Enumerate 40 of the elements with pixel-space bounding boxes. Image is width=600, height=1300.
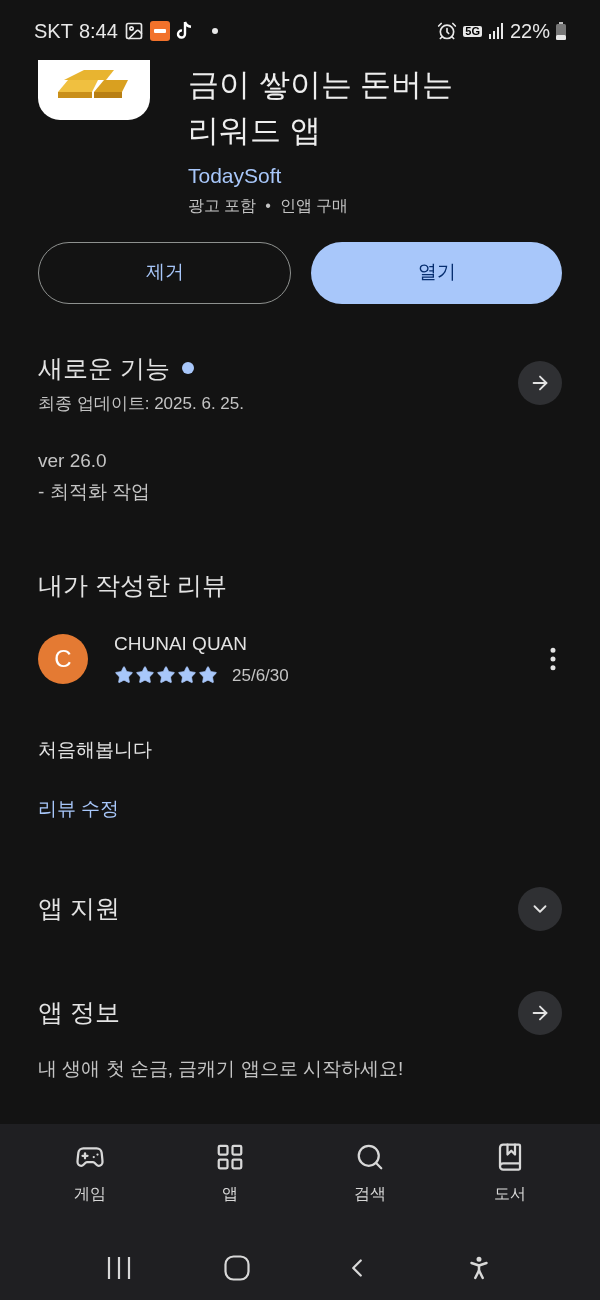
alarm-icon [437, 21, 458, 41]
section-title: 앱 지원 [38, 893, 120, 925]
clock-text: 8:44 [78, 19, 118, 44]
review-text: 처음해봅니다 [37, 738, 153, 762]
image-icon [123, 21, 144, 41]
section-title: 새로운 기능 [38, 352, 170, 384]
release-note: ver 26.0 [38, 448, 108, 473]
update-date: 최종 업데이트: 2025. 6. 25. [38, 393, 244, 415]
search-icon [355, 1142, 385, 1172]
carrier-text: SKT [34, 19, 73, 44]
recent-apps-icon[interactable] [106, 1255, 132, 1281]
expand-button[interactable] [518, 887, 562, 931]
battery-percent-text: 22% [509, 19, 550, 44]
edit-review-link[interactable]: 리뷰 수정 [0, 794, 600, 823]
grid-icon [215, 1142, 245, 1172]
arrow-button[interactable] [518, 361, 562, 405]
app-title: 리워드 앱 [188, 112, 322, 150]
nav-tab[interactable]: 게임 [50, 1142, 130, 1236]
reviewer-name: CHUNAI QUAN [114, 632, 248, 656]
app-description: 내 생애 첫 순금, 금캐기 앱으로 시작하세요! [38, 1057, 405, 1081]
shopping-app-icon [149, 21, 170, 41]
battery-icon [556, 22, 566, 40]
app-title: 금이 쌓이는 돈버는 [188, 66, 454, 104]
avatar: C [38, 634, 88, 684]
developer-link[interactable]: TodaySoft [188, 160, 454, 192]
release-note: - 최적화 작업 [38, 479, 151, 504]
arrow-button[interactable] [518, 991, 562, 1035]
section-title: 내가 작성한 리뷰 [37, 569, 228, 601]
music-note-icon [175, 21, 194, 41]
open-button[interactable]: 열기 [311, 241, 562, 304]
section-title: 앱 정보 [38, 997, 120, 1029]
app-icon [38, 60, 150, 120]
signal-icon [487, 23, 504, 39]
app-notes: 광고 포함 • 인앱 구매 [188, 195, 350, 216]
network-text: 5G [463, 25, 482, 37]
nav-tab[interactable]: 앱 [190, 1142, 270, 1236]
home-icon[interactable] [224, 1255, 250, 1281]
review-date: 25/6/30 [232, 664, 289, 687]
nav-tab[interactable]: 검색 [330, 1142, 410, 1236]
nav-tab[interactable]: 도서 [470, 1142, 550, 1236]
